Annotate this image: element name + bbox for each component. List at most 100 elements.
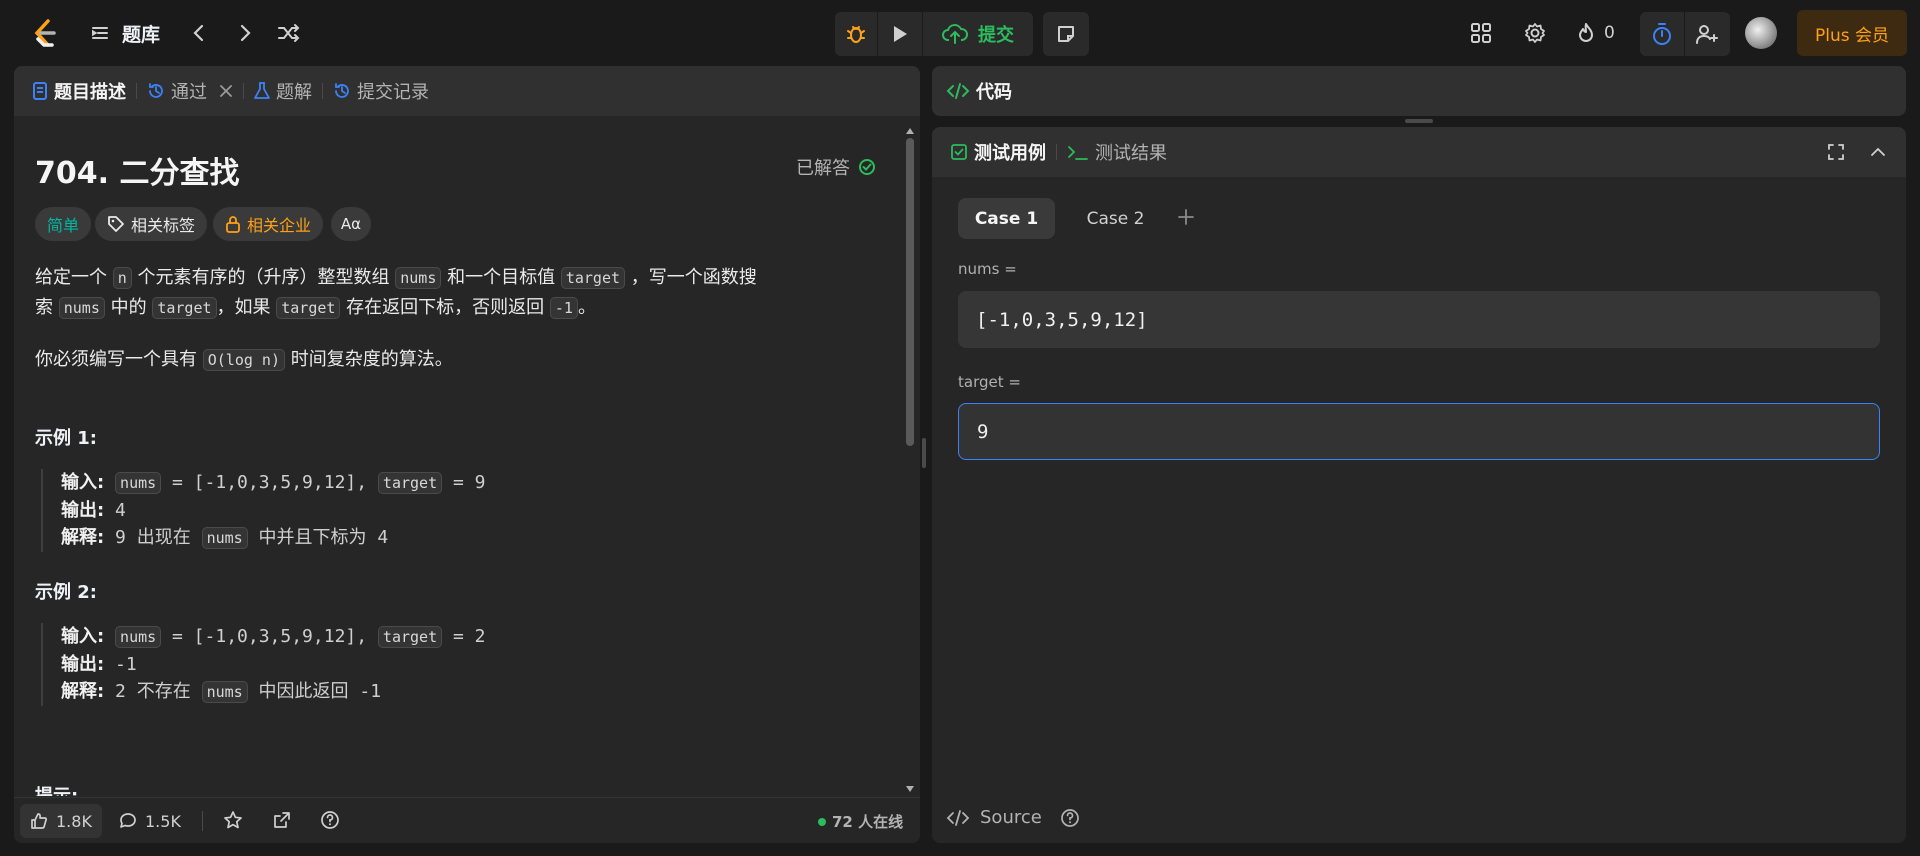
star-icon <box>223 810 243 830</box>
problem-title[interactable]: 704. 二分查找 <box>35 148 239 192</box>
note-icon <box>1056 24 1076 44</box>
run-button[interactable] <box>878 12 922 56</box>
source-button[interactable]: Source <box>946 807 1080 828</box>
play-icon <box>891 24 909 44</box>
question-circle-icon[interactable] <box>1060 808 1080 828</box>
complexity-line: 你必须编写一个具有 O(log n) 时间复杂度的算法。 <box>35 349 453 371</box>
description-line-2: 索 nums 中的 target ，如果 target 存在返回下标，否则返回 -… <box>35 297 596 319</box>
case-tab-1[interactable]: Case 1 <box>958 198 1055 239</box>
share-button[interactable] <box>272 810 292 834</box>
comment-icon <box>119 812 137 830</box>
online-users: 72 人在线 <box>818 811 903 832</box>
problem-list-label: 题库 <box>122 23 161 46</box>
history-icon <box>333 82 351 100</box>
fullscreen-icon <box>1826 142 1846 162</box>
stopwatch-icon <box>1651 22 1673 46</box>
description-scrollbar[interactable] <box>904 122 916 798</box>
description-tabs: 题目描述 通过 题解 提交记录 <box>14 66 920 116</box>
example-1-block: 输入: nums = [-1,0,3,5,9,12], target = 9 输… <box>41 469 485 552</box>
tag-icon <box>107 215 125 233</box>
leetcode-logo-icon[interactable] <box>28 16 60 50</box>
plus-membership-button[interactable]: Plus 会员 <box>1797 10 1907 56</box>
help-button[interactable] <box>320 810 340 834</box>
add-user-icon <box>1695 23 1719 45</box>
online-dot-icon <box>818 817 826 826</box>
related-companies-button[interactable]: 相关企业 <box>213 207 324 241</box>
timer-invite-group <box>1640 12 1730 56</box>
field-label-nums: nums = <box>958 260 1017 278</box>
invite-button[interactable] <box>1685 12 1729 56</box>
streak-count: 0 <box>1604 23 1615 43</box>
code-brackets-icon <box>946 81 970 101</box>
plus-icon <box>1176 207 1196 227</box>
settings-button[interactable] <box>1522 20 1548 46</box>
tab-description[interactable]: 题目描述 <box>32 78 126 104</box>
top-bar: 题库 提交 0 Plus 会员 <box>0 0 1920 66</box>
terminal-icon <box>1067 143 1089 161</box>
avatar[interactable] <box>1745 17 1777 49</box>
description-panel: 题目描述 通过 题解 提交记录 704. 二分查找 已解答 简单 相关标签 相关… <box>14 66 920 843</box>
solved-status: 已解答 <box>796 154 876 180</box>
prev-problem-button[interactable] <box>186 20 212 46</box>
nums-input[interactable]: [-1,0,3,5,9,12] <box>958 291 1880 348</box>
like-button[interactable]: 1.8K <box>20 804 102 838</box>
layout-grid-icon <box>1470 22 1492 44</box>
flask-icon <box>254 82 270 100</box>
streak-counter[interactable]: 0 <box>1576 20 1615 46</box>
check-circle-icon <box>858 158 876 176</box>
maximize-button[interactable] <box>1826 142 1846 167</box>
field-label-target: target = <box>958 373 1021 391</box>
code-panel-title: 代码 <box>976 82 1012 103</box>
gear-icon <box>1524 22 1546 44</box>
notes-button[interactable] <box>1043 12 1089 56</box>
fire-icon <box>1576 22 1596 44</box>
description-footer: 1.8K 1.5K 72 人在线 <box>14 797 920 843</box>
random-problem-button[interactable] <box>275 20 303 46</box>
problem-list-button[interactable]: 题库 <box>90 20 160 46</box>
debug-button[interactable] <box>835 12 877 56</box>
difficulty-badge: 简单 <box>35 207 92 241</box>
code-brackets-icon <box>946 808 970 828</box>
chevron-up-icon <box>1868 142 1888 162</box>
testcase-tabs: 测试用例 测试结果 <box>932 127 1906 177</box>
example-1-title: 示例 1: <box>35 428 97 449</box>
tab-submissions[interactable]: 提交记录 <box>333 78 429 104</box>
tab-solutions[interactable]: 题解 <box>254 78 312 104</box>
source-label: Source <box>980 807 1042 828</box>
checkbox-icon <box>950 143 968 161</box>
collapse-button[interactable] <box>1868 142 1888 167</box>
example-2-title: 示例 2: <box>35 582 97 603</box>
tab-test-results[interactable]: 测试结果 <box>1067 139 1167 165</box>
list-icon <box>90 23 110 43</box>
related-tags-button[interactable]: 相关标签 <box>95 207 208 241</box>
horizontal-resize-handle[interactable] <box>1405 119 1433 123</box>
comments-button[interactable]: 1.5K <box>119 804 181 838</box>
cloud-upload-icon <box>942 23 968 45</box>
close-icon[interactable] <box>219 84 233 98</box>
layout-button[interactable] <box>1468 20 1494 46</box>
translate-button[interactable]: Aα <box>331 207 371 241</box>
testcase-panel: 测试用例 测试结果 Case 1 Case 2 <box>932 127 1906 843</box>
document-icon <box>32 82 48 100</box>
share-icon <box>272 810 292 830</box>
submit-button[interactable]: 提交 <box>923 12 1033 56</box>
target-input[interactable]: 9 <box>958 403 1880 460</box>
shuffle-icon <box>277 23 301 43</box>
case-tab-2[interactable]: Case 2 <box>1067 198 1164 239</box>
lock-icon <box>225 215 241 233</box>
chevron-right-icon <box>238 23 252 43</box>
comment-count: 1.5K <box>145 811 181 831</box>
like-count: 1.8K <box>56 811 92 831</box>
example-2-block: 输入: nums = [-1,0,3,5,9,12], target = 2 输… <box>41 623 485 706</box>
code-panel-header[interactable]: 代码 <box>932 66 1906 116</box>
tab-accepted[interactable]: 通过 <box>147 78 233 104</box>
next-problem-button[interactable] <box>232 20 258 46</box>
bug-icon <box>845 23 867 45</box>
add-case-button[interactable] <box>1176 207 1196 231</box>
timer-button[interactable] <box>1640 12 1684 56</box>
tab-testcases[interactable]: 测试用例 <box>950 139 1046 165</box>
run-submit-group: 提交 <box>835 12 1033 56</box>
vertical-resize-handle[interactable] <box>922 438 926 468</box>
favorite-button[interactable] <box>223 810 243 834</box>
code-panel: 代码 <box>932 66 1906 116</box>
